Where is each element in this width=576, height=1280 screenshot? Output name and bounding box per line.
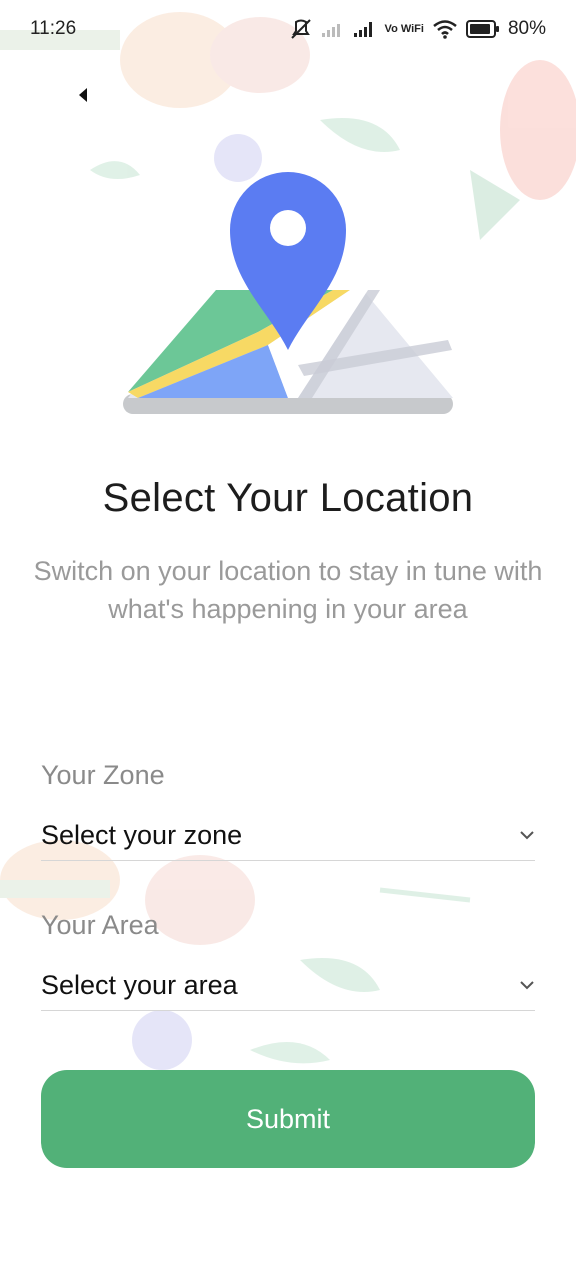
status-time: 11:26 <box>30 18 77 39</box>
zone-select[interactable]: Select your zone <box>41 810 535 861</box>
area-select-value: Select your area <box>41 969 238 1000</box>
chevron-down-icon <box>519 980 535 990</box>
area-select[interactable]: Select your area <box>41 960 535 1011</box>
wifi-icon <box>433 20 457 39</box>
back-arrow-icon <box>79 88 87 102</box>
status-icons: Vo WiFi 80% <box>289 18 546 40</box>
zone-label: Your Zone <box>41 760 165 790</box>
status-bar: 11:26 Vo WiFi 80% <box>0 0 576 58</box>
back-button[interactable] <box>70 82 96 108</box>
chevron-down-icon <box>519 830 535 840</box>
zone-select-value: Select your zone <box>41 819 243 850</box>
page-subtitle: Switch on your location to stay in tune … <box>33 556 543 624</box>
signal-off-icon <box>321 24 340 37</box>
submit-button[interactable]: Submit <box>41 1070 535 1168</box>
battery-percent: 80% <box>507 18 546 39</box>
battery-icon <box>465 20 499 38</box>
map-pin-icon <box>123 172 453 414</box>
page-title: Select Your Location <box>102 476 474 520</box>
mute-vibrate-icon <box>290 19 311 39</box>
signal-icon <box>353 22 372 37</box>
vowifi-icon: Vo WiFi <box>384 23 424 35</box>
area-label: Your Area <box>41 910 159 940</box>
